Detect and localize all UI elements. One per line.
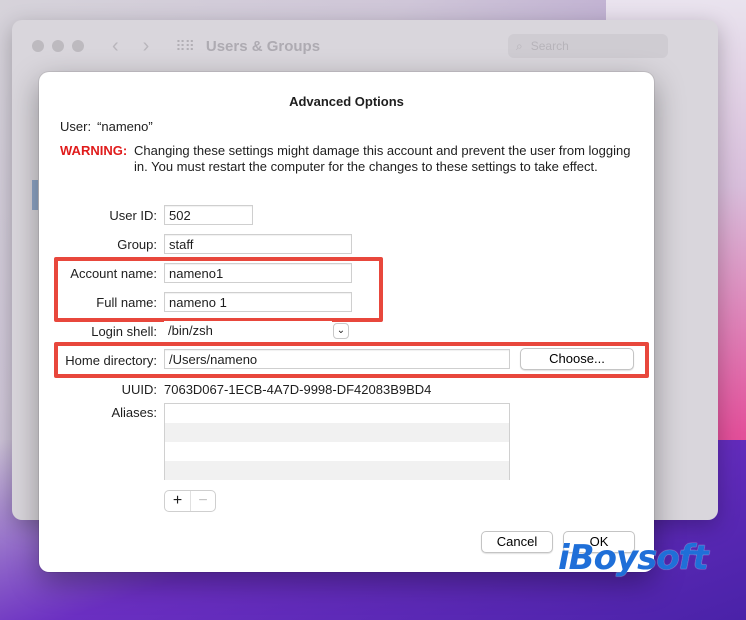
warning-label: WARNING: [60,143,128,158]
search-placeholder: Search [530,39,569,53]
warning-text: Changing these settings might damage thi… [134,143,631,174]
name-fields-highlight [54,257,383,322]
user-label: User: [60,119,92,134]
uuid-label: UUID: [121,382,157,397]
list-item[interactable] [165,423,509,442]
warning-message: WARNING: Changing these settings might d… [60,143,645,175]
add-remove-control: + − [164,490,216,512]
grid-icon[interactable]: ⠿⠿ [175,38,194,55]
list-item[interactable] [165,461,509,480]
login-shell-popup[interactable]: /bin/zsh [164,321,332,341]
user-id-label: User ID: [109,208,157,223]
chevron-down-icon[interactable]: ⌄ [333,323,349,339]
dialog-title: Advanced Options [289,94,404,109]
user-line: User: “nameno” [60,119,153,134]
group-label: Group: [117,237,157,252]
minimize-window-button[interactable] [52,40,64,52]
zoom-window-button[interactable] [72,40,84,52]
uuid-value: 7063D067-1ECB-4A7D-9998-DF42083B9BD4 [164,382,432,397]
search-field[interactable]: ⌕ Search [508,34,668,58]
advanced-options-dialog: Advanced Options User: “nameno” WARNING: … [39,72,654,572]
close-window-button[interactable] [32,40,44,52]
window-title: Users & Groups [205,37,321,55]
add-alias-button[interactable]: + [165,491,190,511]
list-item[interactable] [165,442,509,461]
search-icon: ⌕ [516,39,523,53]
iboysoft-watermark: iBoysoft [558,538,709,578]
group-field[interactable]: staff [164,234,352,254]
sidebar-selection [32,180,38,210]
home-directory-highlight [54,342,649,378]
aliases-list[interactable] [164,403,510,480]
login-shell-label: Login shell: [91,324,157,339]
aliases-label: Aliases: [111,405,157,420]
user-value: “nameno” [97,119,153,134]
cancel-button[interactable]: Cancel [481,531,553,553]
list-item[interactable] [165,404,509,423]
user-id-field[interactable]: 502 [164,205,253,225]
forward-arrow-icon[interactable]: › [143,35,150,58]
remove-alias-button[interactable]: − [189,491,215,511]
back-arrow-icon[interactable]: ‹ [112,35,119,58]
